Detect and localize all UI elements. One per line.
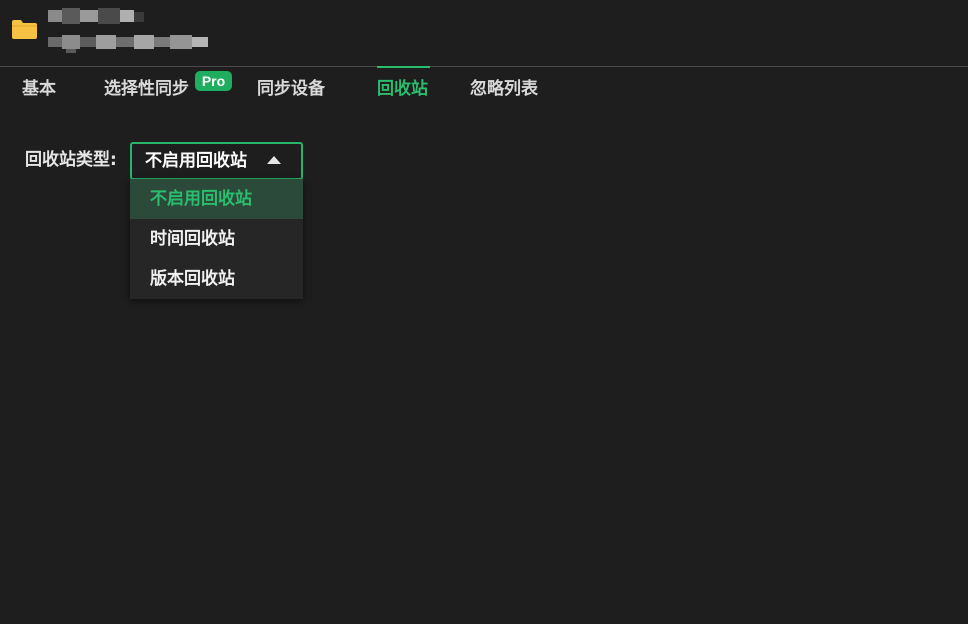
tab-recycle-bin[interactable]: 回收站 — [377, 77, 428, 101]
pro-badge: Pro — [195, 71, 232, 91]
option-label: 时间回收站 — [150, 229, 235, 249]
redacted-folder-name — [48, 8, 144, 24]
recycle-type-dropdown: 不启用回收站 时间回收站 版本回收站 — [130, 179, 303, 299]
tab-basic[interactable]: 基本 — [22, 77, 56, 101]
tab-sync-devices[interactable]: 同步设备 — [257, 77, 325, 101]
option-version-recycle[interactable]: 版本回收站 — [130, 259, 303, 299]
tab-ignore-list[interactable]: 忽略列表 — [470, 77, 538, 101]
active-tab-indicator — [377, 66, 430, 68]
tab-selective-sync[interactable]: 选择性同步 — [104, 77, 189, 101]
recycle-type-select[interactable]: 不启用回收站 — [130, 142, 303, 180]
folder-header — [0, 0, 968, 66]
redacted-folder-path — [48, 33, 218, 53]
recycle-type-label: 回收站类型: — [25, 150, 117, 170]
option-label: 版本回收站 — [150, 269, 235, 289]
option-time-recycle[interactable]: 时间回收站 — [130, 219, 303, 259]
option-disable-recycle[interactable]: 不启用回收站 — [130, 179, 303, 219]
option-label: 不启用回收站 — [150, 189, 252, 209]
caret-up-icon — [267, 156, 281, 164]
header-divider — [0, 66, 968, 67]
selected-value: 不启用回收站 — [145, 151, 247, 171]
folder-icon — [12, 20, 37, 39]
settings-window: 基本 选择性同步 Pro 同步设备 回收站 忽略列表 回收站类型: 不启用回收站… — [0, 0, 968, 624]
